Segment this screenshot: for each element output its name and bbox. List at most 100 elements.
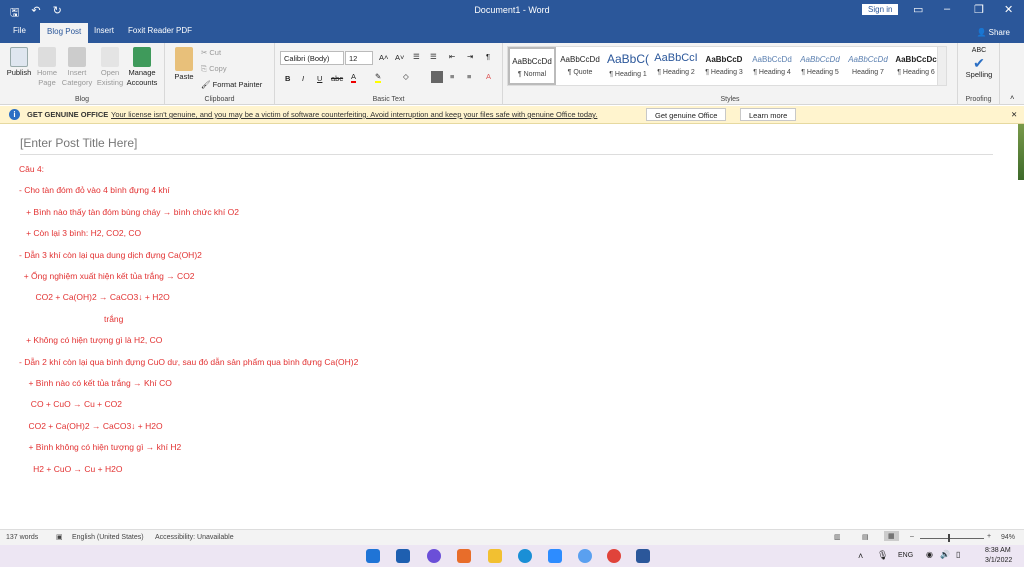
style-heading-6[interactable]: AaBbCcDc ¶ Heading 6 xyxy=(892,47,940,85)
proofing-status-icon[interactable]: ▣ xyxy=(56,533,63,541)
document-line[interactable]: + Còn lại 3 bình: H2, CO2, CO xyxy=(19,228,141,238)
share-button[interactable]: 👤 Share xyxy=(976,28,1010,37)
bullets-icon[interactable]: ☰ xyxy=(413,52,420,61)
shading-icon[interactable]: ◇ xyxy=(403,72,409,81)
document-line[interactable]: CO + CuO → Cu + CO2 xyxy=(19,399,122,409)
document-line[interactable]: + Không có hiện tượng gì là H2, CO xyxy=(19,335,162,345)
increase-indent-icon[interactable]: ⇥ xyxy=(467,52,473,61)
document-line[interactable]: + Bình nào thấy tàn đóm bùng cháy → bình… xyxy=(19,207,239,217)
decrease-indent-icon[interactable]: ⇤ xyxy=(449,52,455,61)
tab-blog-post[interactable]: Blog Post xyxy=(40,23,89,43)
file-explorer-icon[interactable] xyxy=(488,549,502,563)
zoom-app-icon[interactable] xyxy=(548,549,562,563)
style-heading-5[interactable]: AaBbCcDd ¶ Heading 5 xyxy=(796,47,844,85)
cut-button[interactable]: ✂ Cut xyxy=(201,48,221,57)
grow-font-icon[interactable]: A˄ xyxy=(379,53,388,62)
font-name-select[interactable]: Calibri (Body) xyxy=(280,51,344,65)
font-color-icon[interactable]: A xyxy=(351,72,357,83)
sign-in-button[interactable]: Sign in xyxy=(862,4,899,15)
start-icon[interactable] xyxy=(366,549,380,563)
style-heading-1[interactable]: AaBbC(¶ Heading 1 xyxy=(604,47,652,85)
print-layout-icon[interactable]: ▤ xyxy=(862,533,869,541)
tab-foxit[interactable]: Foxit Reader PDF xyxy=(128,26,192,35)
style-heading-2[interactable]: AaBbCcI ¶ Heading 2 xyxy=(652,47,700,85)
input-language[interactable]: ENG xyxy=(898,552,913,559)
align-left-icon[interactable] xyxy=(431,71,443,83)
document-line[interactable]: + Bình nào có kết tủa trắng → Khí CO xyxy=(19,378,171,388)
get-genuine-office-button[interactable]: Get genuine Office xyxy=(646,108,727,121)
zalo-icon[interactable] xyxy=(578,549,592,563)
task-view-icon[interactable] xyxy=(396,549,410,563)
close-infobar-icon[interactable]: ✕ xyxy=(1011,110,1017,119)
underline-button[interactable]: U xyxy=(317,74,322,83)
document-line[interactable]: + Bình không có hiện tượng gì → khí H2 xyxy=(19,442,181,452)
word-count[interactable]: 137 words xyxy=(6,534,38,541)
volume-icon[interactable]: 🔊 xyxy=(940,550,950,559)
open-existing-button[interactable]: Open Existing xyxy=(93,47,127,88)
paste-button[interactable]: Paste xyxy=(167,47,201,82)
minimize-button[interactable]: – xyxy=(944,3,950,15)
document-area[interactable]: [Enter Post Title Here] Câu 4: - Cho tàn … xyxy=(0,124,1018,529)
zoom-slider[interactable] xyxy=(920,538,984,539)
zoom-slider-thumb[interactable] xyxy=(948,534,950,542)
restore-button[interactable]: ❐ xyxy=(974,3,984,16)
document-line[interactable]: - Cho tàn đóm đỏ vào 4 bình đựng 4 khí xyxy=(19,185,170,195)
app-icon[interactable] xyxy=(457,549,471,563)
strikethrough-button[interactable]: abc xyxy=(331,74,343,83)
document-line[interactable]: CO2 + Ca(OH)2 → CaCO3↓ + H2O xyxy=(19,421,162,431)
zoom-out-button[interactable]: – xyxy=(910,533,914,540)
edge-icon[interactable] xyxy=(518,549,532,563)
tab-file[interactable]: File xyxy=(13,26,26,35)
word-icon[interactable] xyxy=(636,549,650,563)
document-line[interactable]: CO2 + Ca(OH)2 → CaCO3↓ + H2O xyxy=(19,292,170,302)
align-right-icon[interactable]: ≡ xyxy=(467,72,471,81)
document-line[interactable]: trắng xyxy=(19,314,123,324)
clear-formatting-icon[interactable]: A xyxy=(486,72,491,81)
zoom-in-button[interactable]: + xyxy=(987,533,991,540)
style-normal[interactable]: AaBbCcDd ¶ Normal xyxy=(508,47,556,85)
post-title-field[interactable]: [Enter Post Title Here] xyxy=(20,136,137,150)
style-heading-7[interactable]: AaBbCcDd Heading 7 xyxy=(844,47,892,85)
pilcrow-icon[interactable]: ¶ xyxy=(486,52,490,61)
wifi-icon[interactable]: ◉ xyxy=(926,550,933,559)
bold-button[interactable]: B xyxy=(285,74,290,83)
highlight-icon[interactable]: ✎ xyxy=(375,72,382,83)
italic-button[interactable]: I xyxy=(302,74,304,83)
show-hidden-icons[interactable]: ˄ xyxy=(858,551,863,561)
language-status[interactable]: English (United States) xyxy=(72,534,144,541)
collapse-ribbon-icon[interactable]: ˄ xyxy=(1010,93,1014,102)
document-line[interactable]: - Dẫn 2 khí còn lại qua bình đựng CuO dư… xyxy=(19,357,358,367)
read-mode-icon[interactable]: ▥ xyxy=(834,533,841,541)
ribbon-display-icon[interactable]: ▭ xyxy=(913,3,923,16)
style-heading-4[interactable]: AaBbCcDd ¶ Heading 4 xyxy=(748,47,796,85)
document-line[interactable]: + Ống nghiệm xuất hiện kết tủa trắng → C… xyxy=(19,271,195,281)
copy-button[interactable]: ⎘ Copy xyxy=(201,64,227,74)
microphone-icon[interactable]: 🎙 xyxy=(877,550,888,561)
format-painter-button[interactable]: 🖌 Format Painter xyxy=(201,80,262,89)
learn-more-button[interactable]: Learn more xyxy=(740,108,797,121)
spelling-button[interactable]: ABC ✔ Spelling xyxy=(962,46,996,80)
chat-icon[interactable] xyxy=(427,549,441,563)
clock-time[interactable]: 8:38 AM xyxy=(985,547,1011,554)
font-size-select[interactable]: 12 xyxy=(345,51,373,65)
styles-scroll[interactable] xyxy=(937,47,946,85)
document-line[interactable]: - Dẫn 3 khí còn lại qua dung dịch đựng C… xyxy=(19,250,202,260)
accessibility-status[interactable]: Accessibility: Unavailable xyxy=(155,534,234,541)
numbering-icon[interactable]: ☰ xyxy=(430,52,437,61)
close-button[interactable]: ✕ xyxy=(1004,3,1013,16)
style-heading-3[interactable]: AaBbCcD ¶ Heading 3 xyxy=(700,47,748,85)
web-layout-icon[interactable]: ▦ xyxy=(884,531,899,541)
chrome-icon[interactable] xyxy=(607,549,621,563)
tab-insert[interactable]: Insert xyxy=(94,26,114,35)
document-line[interactable]: H2 + CuO → Cu + H2O xyxy=(19,464,122,474)
zoom-level[interactable]: 94% xyxy=(1001,534,1015,541)
insert-category-button[interactable]: Insert Category xyxy=(60,47,94,88)
document-line[interactable]: Câu 4: xyxy=(19,164,44,174)
home-page-button[interactable]: Home Page xyxy=(30,47,64,88)
battery-icon[interactable]: ▯ xyxy=(956,550,960,559)
style-quote[interactable]: AaBbCcDd ¶ Quote xyxy=(556,47,604,85)
infobar-message-link[interactable]: Your license isn't genuine, and you may … xyxy=(111,110,597,119)
align-center-icon[interactable]: ≡ xyxy=(450,72,454,81)
shrink-font-icon[interactable]: A˅ xyxy=(395,53,404,62)
clock-date[interactable]: 3/1/2022 xyxy=(985,557,1012,564)
